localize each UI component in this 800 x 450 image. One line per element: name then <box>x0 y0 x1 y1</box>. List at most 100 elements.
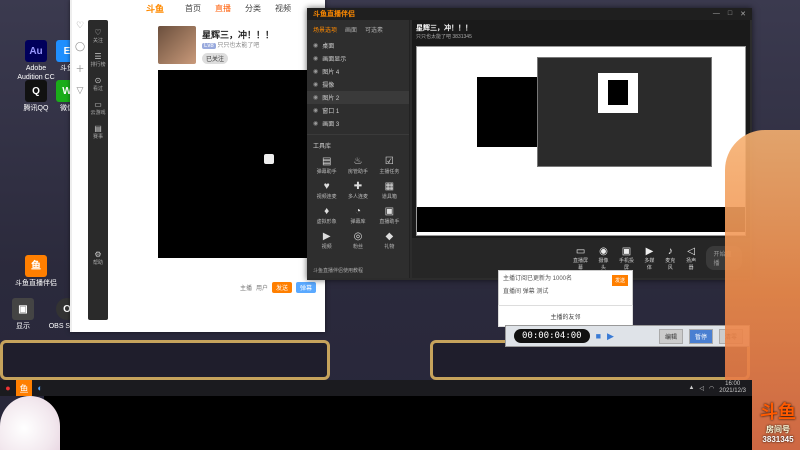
desktop-icon-display[interactable]: ▣ 显示 <box>0 298 46 331</box>
danmaku-button[interactable]: 弹幕 <box>295 281 316 293</box>
tab-optional[interactable]: 可选素 <box>365 25 383 34</box>
tab-scenes[interactable]: 场景选项 <box>313 25 337 34</box>
tool-label: 视频连麦 <box>316 194 337 200</box>
stop-icon[interactable]: ■ <box>596 331 601 341</box>
tab-canvas[interactable]: 画面 <box>345 25 357 34</box>
tool-room-admin[interactable]: ♨ 房管助手 <box>342 156 373 175</box>
follow-button[interactable]: 已关注 <box>202 53 229 64</box>
douyu-companion-icon: 鱼 <box>25 255 47 277</box>
tool-label: 粉丝 <box>352 244 363 250</box>
preview-stage[interactable]: 星辉三，冲！！！ 只只也太能了吧 3831345 <box>412 20 750 238</box>
nav-home[interactable]: 首页 <box>185 3 201 14</box>
source-item[interactable]: ◉ 摄像 <box>307 78 409 91</box>
control-mic[interactable]: ♪ 麦克风 <box>664 246 677 271</box>
control-camera[interactable]: ◉ 摄像头 <box>597 246 610 271</box>
sidebar-item-help[interactable]: ⚙ 帮助 <box>88 250 108 266</box>
live-video-player[interactable] <box>158 70 316 258</box>
close-icon[interactable]: ✕ <box>740 10 746 18</box>
tool-danmaku-lib[interactable]: ◔ 弹幕库 <box>342 206 373 225</box>
video-icon: ▶ <box>322 231 331 242</box>
cart-icon[interactable]: ▽ <box>73 85 87 96</box>
control-screen[interactable]: ▭ 直播屏幕 <box>572 246 589 271</box>
taskbar-douyu-icon[interactable]: 鱼 <box>16 380 32 396</box>
tool-label: 道具箱 <box>381 194 397 200</box>
timer-pause-button[interactable]: 暂停 <box>688 328 713 344</box>
tool-fans[interactable]: ◎ 粉丝 <box>342 231 373 250</box>
stage-room-title: 星辉三，冲！！！ <box>416 25 472 32</box>
eye-icon[interactable]: ◉ <box>313 94 318 101</box>
nav-live[interactable]: 直播 <box>215 3 231 14</box>
sidebar-item-events[interactable]: ▤ 赛事 <box>88 124 108 140</box>
source-label: 桌面 <box>322 44 335 50</box>
tool-streamer-task[interactable]: ☑ 主播任务 <box>374 156 405 175</box>
eye-icon[interactable]: ◉ <box>313 107 318 114</box>
taskbar-search-icon[interactable]: ◐ <box>32 380 48 396</box>
eye-icon[interactable]: ◉ <box>313 120 318 127</box>
wifi-icon[interactable]: ◠ <box>709 385 714 392</box>
douyu-logo[interactable]: 斗鱼 <box>146 2 164 15</box>
sidebar-item-cloud-game[interactable]: ▭ 云游戏 <box>88 100 108 116</box>
nested-screen-capture <box>416 46 746 236</box>
live-helper-icon: ▣ <box>384 206 395 217</box>
timer-panel: 00:00:04:00 ■ ▶ 编辑 暂停 清零 <box>505 325 750 347</box>
history-icon: ⊙ <box>94 76 102 85</box>
chat-opt-b[interactable]: 用户 <box>256 283 268 292</box>
eye-icon[interactable]: ◉ <box>313 55 318 62</box>
display-icon: ▣ <box>12 298 34 320</box>
eye-icon[interactable]: ◉ <box>313 81 318 88</box>
source-item[interactable]: ◉ 桌面 <box>307 39 409 52</box>
control-phone-cast[interactable]: ▣ 手机投屏 <box>618 246 635 271</box>
tool-multi-link[interactable]: ✚ 多人连麦 <box>342 181 373 200</box>
source-item[interactable]: ◉ 画面 3 <box>307 117 409 130</box>
source-item-selected[interactable]: ◉ 图片 2 <box>307 91 409 104</box>
system-tray: ▲ ◁ ◠ 16:00 2021/12/3 <box>688 381 752 395</box>
maximize-icon[interactable]: □ <box>728 10 732 18</box>
watermark-room-id: 3831345 <box>762 435 794 444</box>
tool-video[interactable]: ▶ 视频 <box>311 231 342 250</box>
sidebar-item-rank[interactable]: ☰ 排行榜 <box>88 52 108 68</box>
eye-icon[interactable]: ◉ <box>313 42 318 49</box>
tool-avatar[interactable]: ♦ 虚拟形象 <box>311 206 342 225</box>
tool-label: 弹幕库 <box>350 219 366 225</box>
sidebar-item-label: 帮助 <box>92 260 103 266</box>
mini-send-button[interactable]: 发送 <box>611 275 628 286</box>
minimize-icon[interactable]: — <box>713 10 720 18</box>
send-button[interactable]: 发送 <box>271 281 292 293</box>
site-sidebar: ♡ 关注 ☰ 排行榜 ⊙ 看过 ▭ 云游戏 ▤ 赛事 ⚙ 帮助 <box>88 20 108 320</box>
chat-input-bar: 主播 用户 发送 弹幕 <box>158 280 316 294</box>
tool-props[interactable]: ▦ 道具箱 <box>374 181 405 200</box>
site-nav: 斗鱼 首页 直播 分类 视频 <box>70 0 325 16</box>
start-icon[interactable]: ● <box>0 380 16 396</box>
source-item[interactable]: ◉ 图片 4 <box>307 65 409 78</box>
play-icon[interactable]: ▶ <box>607 331 614 342</box>
nav-video[interactable]: 视频 <box>275 3 291 14</box>
streamer-avatar[interactable] <box>158 26 196 64</box>
timer-edit-button[interactable]: 编辑 <box>658 328 683 344</box>
owner-friends-bar[interactable]: 主播的友邻 <box>498 305 633 327</box>
tool-live-helper[interactable]: ▣ 直播助手 <box>374 206 405 225</box>
nav-category[interactable]: 分类 <box>245 3 261 14</box>
eye-icon[interactable]: ◉ <box>313 68 318 75</box>
network-icon[interactable]: ▲ <box>688 385 694 391</box>
tool-gifts[interactable]: ◆ 礼物 <box>374 231 405 250</box>
browser-scrollbar[interactable] <box>70 0 72 332</box>
heart-icon[interactable]: ♡ <box>73 20 87 31</box>
source-label: 图片 2 <box>322 96 340 102</box>
multi-link-icon: ✚ <box>353 181 363 192</box>
control-media[interactable]: ▶ 多媒体 <box>643 246 656 271</box>
sidebar-item-history[interactable]: ⊙ 看过 <box>88 76 108 92</box>
tool-danmaku-helper[interactable]: ▤ 弹幕助手 <box>311 156 342 175</box>
sidebar-item-follow[interactable]: ♡ 关注 <box>88 28 108 44</box>
plus-icon[interactable]: ＋ <box>73 62 87 75</box>
tutorial-link[interactable]: 斗鱼直播伴侣使用教程 <box>313 267 363 274</box>
desktop-icon-douyu-companion[interactable]: 鱼 斗鱼直播伴侣 <box>13 255 59 288</box>
source-item[interactable]: ◉ 画面显示 <box>307 52 409 65</box>
tool-video-link[interactable]: ♥ 视频连麦 <box>311 181 342 200</box>
volume-icon[interactable]: ◁ <box>699 385 704 392</box>
source-item[interactable]: ◉ 窗口 1 <box>307 104 409 117</box>
clock-time: 16:00 <box>725 381 741 387</box>
chat-icon[interactable]: ◯ <box>73 41 87 52</box>
chat-opt-a[interactable]: 主播 <box>240 283 252 292</box>
clock[interactable]: 16:00 2021/12/3 <box>719 381 746 395</box>
control-speaker[interactable]: ◁ 扬声器 <box>685 246 698 271</box>
